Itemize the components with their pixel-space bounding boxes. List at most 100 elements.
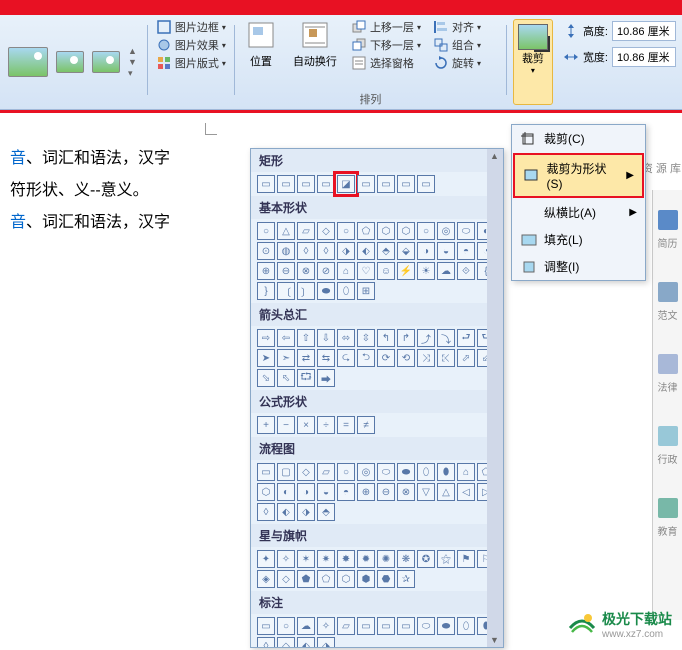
align-button[interactable]: 对齐▾ <box>433 19 481 35</box>
shape-item[interactable]: ◍ <box>277 242 295 260</box>
shape-item[interactable]: ⬭ <box>457 222 475 240</box>
shape-item[interactable]: ✺ <box>377 550 395 568</box>
shape-item[interactable]: ⬯ <box>417 463 435 481</box>
sidebar-item-admin[interactable]: 行政 <box>658 426 678 468</box>
crop-menu-fit[interactable]: 调整(I) <box>512 253 645 280</box>
shape-item[interactable]: 〕 <box>297 282 315 300</box>
gallery-down-icon[interactable]: ▼ <box>128 57 137 67</box>
shape-item[interactable]: ⇆ <box>317 349 335 367</box>
selection-pane-button[interactable]: 选择窗格 <box>351 55 421 71</box>
shape-item[interactable]: } <box>257 282 275 300</box>
picture-format-button[interactable]: 图片版式 ▾ <box>156 55 226 71</box>
shape-item[interactable]: △ <box>437 483 455 501</box>
shape-item[interactable]: ○ <box>337 463 355 481</box>
shape-item[interactable]: ⌂ <box>337 262 355 280</box>
shape-item[interactable]: ⇨ <box>257 329 275 347</box>
bring-forward-button[interactable]: 上移一层▾ <box>351 19 421 35</box>
shape-item[interactable]: ⬙ <box>397 242 415 260</box>
shape-item[interactable]: ⬬ <box>397 463 415 481</box>
shape-item[interactable]: ○ <box>337 222 355 240</box>
crop-menu-fill[interactable]: 填充(L) <box>512 226 645 253</box>
shape-item[interactable]: ◑ <box>417 242 435 260</box>
shape-item[interactable]: ↰ <box>377 329 395 347</box>
shape-item[interactable]: ◎ <box>357 463 375 481</box>
shape-item[interactable]: ◊ <box>317 242 335 260</box>
shape-item[interactable]: ⟐ <box>457 262 475 280</box>
shape-item[interactable]: ⬢ <box>357 570 375 588</box>
shape-item[interactable]: ⊗ <box>297 262 315 280</box>
shape-item[interactable]: ⬠ <box>317 570 335 588</box>
shape-item[interactable]: ✰ <box>397 570 415 588</box>
shape-item[interactable]: ▭ <box>357 175 375 193</box>
shape-item[interactable]: ◈ <box>257 570 275 588</box>
shape-item[interactable]: ⬂ <box>257 369 275 387</box>
shape-item[interactable]: 〔 <box>277 282 295 300</box>
shape-item[interactable]: ↱ <box>397 329 415 347</box>
group-button[interactable]: 组合▾ <box>433 37 481 53</box>
shape-item[interactable]: ⊕ <box>357 483 375 501</box>
crop-menu-crop-to-shape[interactable]: 裁剪为形状(S) ▶ <box>513 153 644 198</box>
shape-item[interactable]: ◪ <box>337 175 355 193</box>
shape-item[interactable]: ▱ <box>337 617 355 635</box>
shape-item[interactable]: = <box>337 416 355 434</box>
shape-item[interactable]: ☀ <box>417 262 435 280</box>
shape-item[interactable]: ☁ <box>297 617 315 635</box>
sidebar-item-resume[interactable]: 简历 <box>658 210 678 252</box>
shape-item[interactable]: ◇ <box>277 570 295 588</box>
shape-item[interactable]: ⬬ <box>437 617 455 635</box>
shape-item[interactable]: ▭ <box>377 617 395 635</box>
shape-item[interactable]: ⬮ <box>437 463 455 481</box>
send-backward-button[interactable]: 下移一层▾ <box>351 37 421 53</box>
shape-item[interactable]: ❋ <box>397 550 415 568</box>
shape-item[interactable]: ◎ <box>437 222 455 240</box>
shape-item[interactable]: ⊗ <box>397 483 415 501</box>
shape-item[interactable]: ⬯ <box>457 617 475 635</box>
shape-item[interactable]: ◒ <box>437 242 455 260</box>
shape-item[interactable]: ▭ <box>317 175 335 193</box>
shape-item[interactable]: ✶ <box>297 550 315 568</box>
shape-item[interactable]: ⬘ <box>317 503 335 521</box>
shape-item[interactable]: ⬡ <box>257 483 275 501</box>
shape-item[interactable]: ⬡ <box>337 570 355 588</box>
crop-menu-aspect[interactable]: 纵横比(A) ▶ <box>512 199 645 226</box>
shape-item[interactable]: ⤴ <box>417 329 435 347</box>
shape-item[interactable]: ⬭ <box>417 617 435 635</box>
shape-item[interactable]: ≠ <box>357 416 375 434</box>
shape-item[interactable]: ✦ <box>257 550 275 568</box>
position-button[interactable]: 位置 <box>237 15 285 109</box>
shape-item[interactable]: ⬠ <box>357 222 375 240</box>
sidebar-item-legal[interactable]: 法律 <box>658 354 678 396</box>
shape-item[interactable]: ⬣ <box>377 570 395 588</box>
shape-item[interactable]: ▱ <box>317 463 335 481</box>
shape-item[interactable]: ▽ <box>417 483 435 501</box>
scrollbar[interactable] <box>487 149 503 647</box>
gallery-up-icon[interactable]: ▲ <box>128 46 137 56</box>
text-link[interactable]: 音 <box>10 214 26 231</box>
shape-item[interactable]: ◊ <box>257 637 275 648</box>
shape-item[interactable]: ⌂ <box>457 463 475 481</box>
shape-item[interactable]: ⇩ <box>317 329 335 347</box>
shape-item[interactable]: △ <box>277 222 295 240</box>
sidebar-item-template[interactable]: 范文 <box>658 282 678 324</box>
shape-item[interactable]: ⬄ <box>337 329 355 347</box>
height-input[interactable] <box>612 21 676 41</box>
shape-item[interactable]: ⬡ <box>397 222 415 240</box>
shape-item[interactable]: ⬟ <box>297 570 315 588</box>
shape-item[interactable]: ✸ <box>337 550 355 568</box>
crop-menu-crop[interactable]: 裁剪(C) <box>512 125 645 152</box>
shape-item[interactable]: ◇ <box>317 222 335 240</box>
shape-item[interactable]: ➣ <box>277 349 295 367</box>
rotate-button[interactable]: 旋转▾ <box>433 55 481 71</box>
shape-item[interactable]: ⚑ <box>457 550 475 568</box>
shape-item[interactable]: ⬀ <box>457 349 475 367</box>
shape-item[interactable]: ◇ <box>297 463 315 481</box>
shape-item[interactable]: ◑ <box>297 483 315 501</box>
shape-item[interactable]: ⤨ <box>417 349 435 367</box>
shape-item[interactable]: ▭ <box>277 175 295 193</box>
sidebar-item-edu[interactable]: 教育 <box>658 498 678 540</box>
shape-item[interactable]: ⤵ <box>437 329 455 347</box>
shape-item[interactable]: ◒ <box>317 483 335 501</box>
shape-item[interactable]: ⊙ <box>257 242 275 260</box>
shape-item[interactable]: ⬘ <box>377 242 395 260</box>
shape-item[interactable]: ✧ <box>317 617 335 635</box>
